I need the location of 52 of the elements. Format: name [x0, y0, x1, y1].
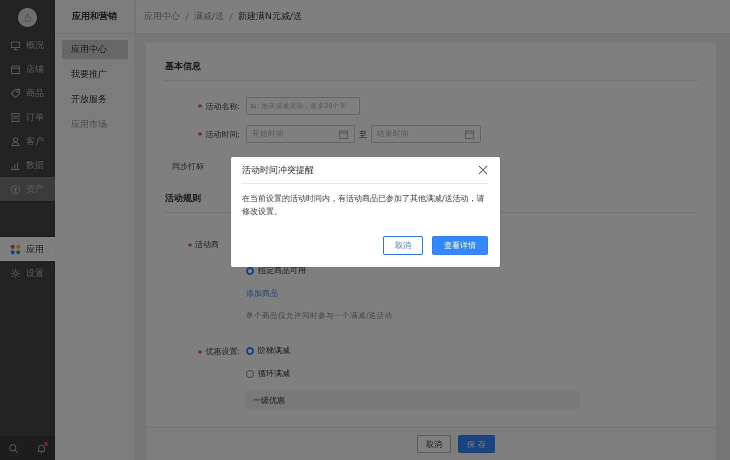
sidebar-item[interactable]: 商品 — [0, 81, 55, 105]
dialog-title: 活动时间冲突提醒 — [242, 164, 314, 176]
radio-button[interactable] — [246, 346, 254, 354]
tier-header: 一级优惠 — [246, 391, 580, 409]
calendar-icon — [338, 128, 349, 140]
calendar-icon — [464, 128, 475, 140]
radio-label[interactable]: 循环满减 — [258, 368, 290, 379]
sidebar-item[interactable]: 设置 — [0, 261, 55, 285]
bell-icon — [36, 442, 47, 454]
tag-icon — [10, 88, 21, 98]
radio-label[interactable]: 阶梯满减 — [258, 345, 290, 356]
bar-chart-icon — [10, 160, 21, 170]
subnav-item[interactable]: 我要推广 — [62, 65, 128, 84]
breadcrumb-separator — [185, 12, 189, 20]
app-grid-icon — [10, 244, 21, 254]
section-title: 基本信息 — [164, 43, 698, 81]
field-label: 同步打标 — [171, 160, 205, 172]
save-button[interactable]: 保 存 — [458, 435, 495, 453]
field-label: 活动商 — [164, 239, 243, 250]
radio-button[interactable] — [246, 370, 254, 378]
field-label: 活动名称: — [164, 100, 246, 112]
section-title: 活动规则 — [165, 192, 201, 205]
coin-icon — [10, 184, 21, 194]
sidebar-item[interactable]: 店铺 — [0, 57, 55, 81]
sidebar-item[interactable]: 概况 — [0, 33, 55, 57]
monitor-icon — [10, 40, 21, 50]
avatar[interactable] — [18, 8, 37, 27]
view-details-button[interactable]: 查看详情 — [432, 236, 488, 255]
subnav-item[interactable]: 应用中心 — [62, 40, 128, 59]
close-icon[interactable] — [478, 165, 488, 175]
range-separator: 至 — [359, 128, 367, 140]
search-icon — [8, 442, 20, 454]
sidebar-item[interactable]: 订单 — [0, 105, 55, 129]
sidebar-item[interactable]: 客户 — [0, 129, 55, 153]
subnav-title: 应用和营销 — [55, 0, 135, 34]
field-label: 优惠设置: — [164, 346, 246, 357]
sidebar-item[interactable]: 数据 — [0, 153, 55, 177]
breadcrumb-item[interactable]: 满减/送 — [194, 10, 224, 23]
person-icon — [10, 136, 21, 146]
cancel-button[interactable]: 取消 — [417, 435, 452, 453]
subnav-item[interactable]: 开放服务 — [62, 90, 128, 109]
dialog-message: 在当前设置的活动时间内，有活动商品已参加了其他满减/送活动，请修改设置。 — [242, 193, 486, 218]
breadcrumb-item[interactable]: 应用中心 — [144, 10, 180, 23]
thumbs-up-icon — [22, 12, 33, 23]
field-label: 活动时间: — [164, 128, 246, 140]
document-icon — [10, 112, 21, 122]
cancel-button[interactable]: 取消 — [383, 236, 423, 255]
sidebar-item[interactable]: 应用 — [0, 237, 55, 261]
add-goods-link[interactable]: 添加商品 — [246, 288, 698, 299]
breadcrumb-separator — [229, 12, 234, 20]
shop-icon — [10, 64, 21, 74]
breadcrumb-item: 新建满N元减/送 — [238, 10, 302, 23]
